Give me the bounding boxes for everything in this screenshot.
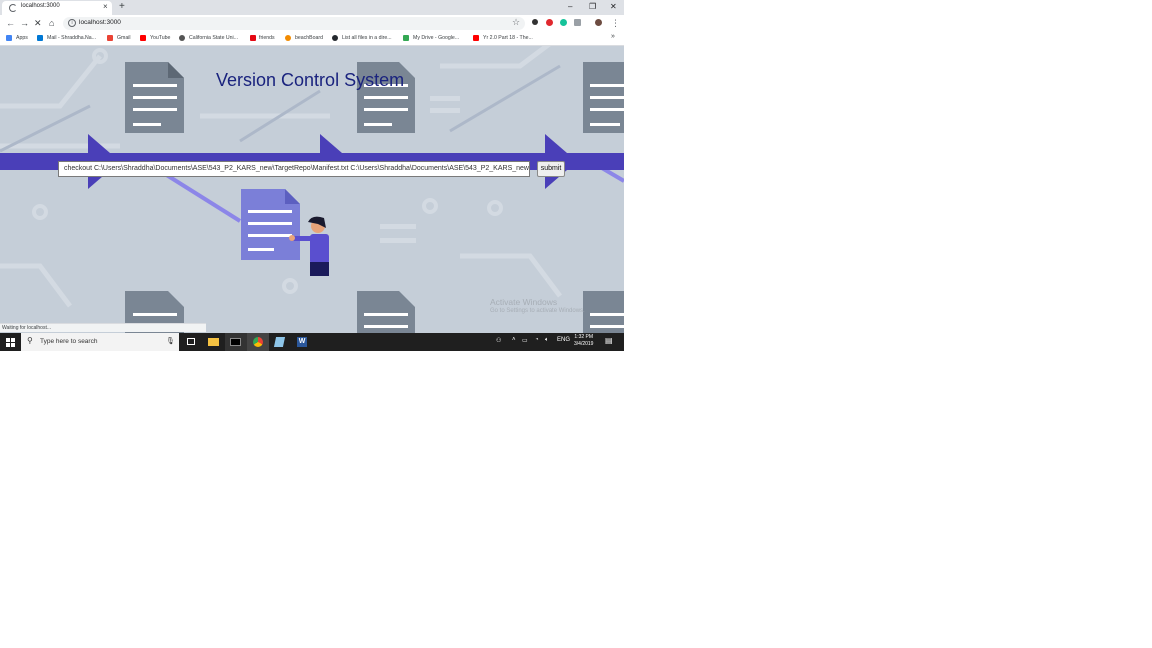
back-arrow-icon[interactable]: ←	[6, 17, 15, 29]
apps-grid-icon	[6, 35, 12, 41]
browser-toolbar: ← → ✕ ⌂ i localhost:3000 ☆	[0, 15, 624, 32]
notepad-icon[interactable]	[269, 333, 291, 351]
forward-arrow-icon[interactable]: →	[20, 17, 29, 29]
bookmark-item[interactable]: List all files in a dire...	[342, 35, 392, 41]
network-icon[interactable]: ◔	[535, 337, 539, 343]
watermark-title: Activate Windows	[490, 297, 558, 307]
command-input[interactable]: checkout C:\Users\Shraddha\Documents\ASE…	[58, 161, 530, 177]
bookmarks-bar: Apps Mail - Shraddha.Na... Gmail YouTube…	[0, 32, 624, 46]
document-icon	[583, 291, 624, 333]
bookmark-item[interactable]: Gmail	[117, 35, 131, 41]
youtube-icon	[140, 35, 146, 41]
extension-icon[interactable]	[532, 19, 538, 25]
github-icon	[332, 35, 338, 41]
menu-dots-icon[interactable]: ⋮	[611, 17, 620, 29]
word-icon[interactable]: W	[291, 333, 313, 351]
chevron-up-icon[interactable]: ˄	[512, 337, 516, 343]
document-icon	[583, 62, 624, 133]
clock-date: 3/4/2019	[574, 341, 594, 347]
opera-extension-icon[interactable]	[546, 19, 553, 26]
battery-icon[interactable]: ▭	[522, 337, 528, 344]
bookmark-item[interactable]: beachBoard	[295, 35, 323, 41]
tab-close-icon[interactable]: ×	[103, 2, 108, 12]
address-bar[interactable]: i localhost:3000 ☆	[63, 17, 525, 30]
netflix-icon	[250, 35, 256, 41]
bookmarks-overflow-icon[interactable]: »	[611, 33, 615, 40]
search-placeholder: Type here to search	[40, 338, 98, 345]
page-content: Version Control System checkout C:\Users…	[0, 46, 624, 333]
bookmark-item[interactable]: California State Uni...	[189, 35, 238, 41]
search-icon: ⚲	[27, 336, 33, 345]
document-icon	[125, 62, 184, 133]
submit-button[interactable]: submit	[537, 161, 565, 177]
close-window-button[interactable]: ✕	[610, 1, 617, 12]
drive-icon	[403, 35, 409, 41]
browser-tab[interactable]: localhost:3000 ×	[2, 1, 112, 15]
bookmark-item[interactable]: YouTube	[150, 35, 170, 41]
taskbar-clock[interactable]: 1:32 PM 3/4/2019	[574, 334, 593, 348]
tab-strip: localhost:3000 × + – ❐ ✕	[0, 0, 624, 15]
microphone-icon[interactable]: 🎙	[166, 337, 175, 345]
new-tab-button[interactable]: +	[119, 1, 125, 13]
page-title: Version Control System	[216, 70, 405, 90]
bookmark-item[interactable]: Apps	[16, 35, 28, 41]
bookmark-item[interactable]: Yr 2.0 Part 18 - The...	[483, 35, 533, 41]
beachboard-icon	[285, 35, 291, 41]
purple-document-icon	[241, 189, 300, 260]
extension-icon[interactable]	[574, 19, 581, 26]
taskbar-search[interactable]: ⚲ Type here to search 🎙	[21, 333, 179, 351]
language-indicator[interactable]: ENG	[557, 337, 570, 343]
info-icon[interactable]: i	[68, 19, 76, 27]
document-icon	[357, 291, 415, 333]
gmail-icon	[107, 35, 113, 41]
windows-taskbar: ⚲ Type here to search 🎙 W ⚇ ˄ ▭ ◔ 🔈︎ ENG…	[0, 333, 624, 351]
status-bubble: Waiting for localhost...	[0, 323, 206, 332]
globe-icon	[179, 35, 185, 41]
loading-spinner-icon	[9, 4, 17, 12]
clock-time: 1:32 PM	[574, 334, 594, 340]
grammarly-icon[interactable]	[560, 19, 567, 26]
activate-windows-watermark: Activate Windows Go to Settings to activ…	[490, 297, 585, 314]
file-explorer-icon[interactable]	[203, 333, 225, 351]
task-view-icon[interactable]	[181, 333, 203, 351]
chrome-icon[interactable]	[247, 333, 269, 351]
notifications-icon[interactable]: ▤	[605, 336, 613, 345]
watermark-subtitle: Go to Settings to activate Windows.	[490, 308, 585, 314]
tab-title: localhost:3000	[21, 3, 60, 9]
volume-icon[interactable]: 🔈︎	[545, 337, 549, 344]
bookmark-item[interactable]: My Drive - Google...	[413, 35, 459, 41]
url-text[interactable]: localhost:3000	[79, 19, 121, 26]
home-icon[interactable]: ⌂	[49, 17, 54, 29]
windows-start-icon[interactable]	[6, 338, 15, 347]
bookmark-item[interactable]: friends	[259, 35, 275, 41]
outlook-icon	[37, 35, 43, 41]
terminal-icon[interactable]	[225, 333, 247, 351]
youtube-icon	[473, 35, 479, 41]
profile-avatar[interactable]	[595, 19, 602, 26]
stop-loading-icon[interactable]: ✕	[34, 17, 42, 29]
bookmark-item[interactable]: Mail - Shraddha.Na...	[47, 35, 96, 41]
maximize-button[interactable]: ❐	[589, 1, 596, 12]
minimize-button[interactable]: –	[568, 1, 572, 12]
people-icon[interactable]: ⚇	[496, 337, 501, 344]
screenshot: localhost:3000 × + – ❐ ✕ ← → ✕ ⌂ i local…	[0, 0, 624, 351]
bookmark-star-icon[interactable]: ☆	[512, 17, 520, 28]
